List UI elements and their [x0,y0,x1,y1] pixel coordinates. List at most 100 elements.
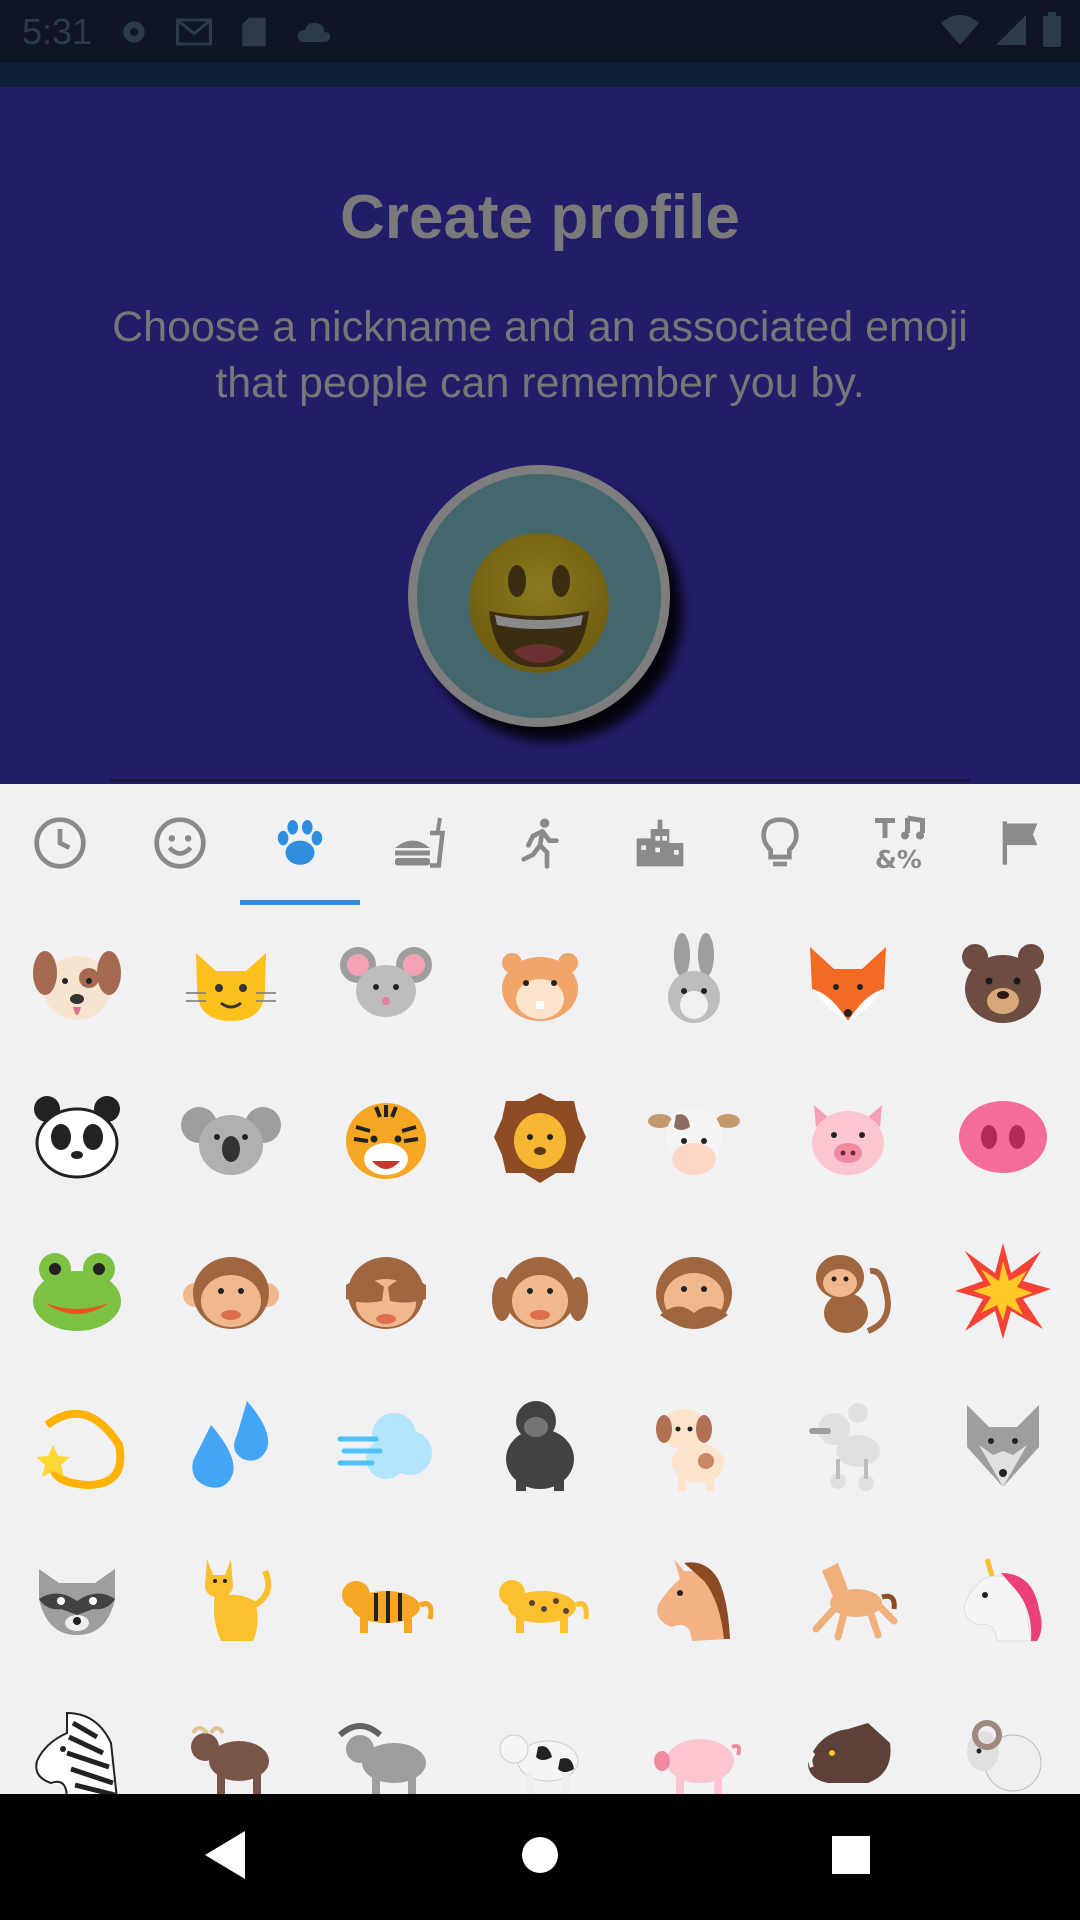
lion-icon [493,1093,586,1183]
dizzy-icon [36,1409,125,1490]
emoji-rabbit-face[interactable] [617,906,771,1060]
monkey-icon [816,1255,892,1334]
emoji-pig[interactable] [617,1676,771,1794]
grinning-face-icon [465,529,613,682]
tab-recent[interactable] [0,784,120,906]
emoji-bear[interactable] [926,906,1080,1060]
collision-icon [954,1243,1051,1339]
emoji-dog[interactable] [617,1368,771,1522]
emoji-mouse-face[interactable] [309,906,463,1060]
back-button[interactable] [192,1824,258,1890]
emoji-cow-face[interactable] [617,1060,771,1214]
emoji-koala[interactable] [154,1060,308,1214]
tiger-icon [341,1581,434,1633]
tab-smileys[interactable] [120,784,240,906]
signal-icon [994,13,1028,52]
recents-button[interactable] [818,1824,884,1890]
home-circle-icon [518,1833,562,1882]
emoji-horse[interactable] [771,1522,925,1676]
emoji-pig-nose[interactable] [926,1060,1080,1214]
horse-face-icon [657,1559,731,1641]
page-title: Create profile [340,183,740,252]
mouse-face-icon [339,947,432,1017]
hamster-icon [501,953,578,1021]
pig-icon [654,1739,742,1794]
emoji-dizzy[interactable] [0,1368,154,1522]
emoji-unicorn[interactable] [926,1522,1080,1676]
speak-no-evil-monkey-icon [656,1257,733,1329]
rabbit-face-icon [668,933,721,1023]
tab-animals[interactable] [240,784,360,906]
header-divider [110,779,970,782]
panda-icon [34,1096,121,1179]
monkey-face-icon [183,1257,280,1329]
selected-emoji-avatar[interactable] [408,465,670,727]
emoji-leopard[interactable] [463,1522,617,1676]
emoji-zebra[interactable] [0,1676,154,1794]
emoji-horse-face[interactable] [617,1522,771,1676]
emoji-sweat-droplets[interactable] [154,1368,308,1522]
ram-icon [966,1720,1042,1792]
emoji-collision[interactable] [926,1214,1080,1368]
emoji-boar[interactable] [771,1676,925,1794]
emoji-dog-face[interactable] [0,906,154,1060]
emoji-dashing-away[interactable] [309,1368,463,1522]
emoji-ram[interactable] [926,1676,1080,1794]
emoji-monkey-face[interactable] [154,1214,308,1368]
cat-face-icon [186,953,277,1021]
tab-objects[interactable] [720,784,840,906]
tiger-face-icon [345,1103,426,1179]
emoji-tiger-face[interactable] [309,1060,463,1214]
emoji-wolf[interactable] [926,1368,1080,1522]
raccoon-icon [39,1569,116,1635]
unicorn-icon [963,1558,1042,1642]
emoji-poodle[interactable] [771,1368,925,1522]
water-buffalo-icon [337,1723,426,1794]
horse-icon [812,1563,898,1641]
emoji-raccoon[interactable] [0,1522,154,1676]
wolf-icon [966,1405,1039,1487]
settings-icon [116,14,152,50]
emoji-cow[interactable] [463,1676,617,1794]
zebra-icon [35,1711,118,1794]
status-bar-strip [0,63,1080,87]
see-no-evil-monkey-icon [345,1257,426,1329]
frog-icon [33,1253,122,1331]
clock-icon [32,815,88,876]
emoji-water-buffalo[interactable] [309,1676,463,1794]
buildings-icon [632,815,688,876]
tab-places[interactable] [600,784,720,906]
emoji-hear-no-evil-monkey[interactable] [463,1214,617,1368]
pig-nose-icon [958,1101,1047,1173]
emoji-panda[interactable] [0,1060,154,1214]
emoji-hamster[interactable] [463,906,617,1060]
fox-icon [810,947,887,1023]
hear-no-evil-monkey-icon [491,1257,588,1329]
emoji-fox[interactable] [771,906,925,1060]
tab-flags[interactable] [960,784,1080,906]
tab-symbols[interactable]: &% [840,784,960,906]
emoji-cat[interactable] [154,1522,308,1676]
tab-food[interactable] [360,784,480,906]
emoji-gorilla[interactable] [463,1368,617,1522]
home-button[interactable] [507,1824,573,1890]
bear-icon [961,944,1044,1023]
emoji-ox[interactable] [154,1676,308,1794]
flag-icon [994,817,1046,874]
smiley-icon [152,815,208,876]
back-triangle-icon [201,1829,249,1886]
emoji-frog[interactable] [0,1214,154,1368]
emoji-category-tabs: &% [0,784,1080,906]
emoji-monkey[interactable] [771,1214,925,1368]
emoji-speak-no-evil-monkey[interactable] [617,1214,771,1368]
emoji-see-no-evil-monkey[interactable] [309,1214,463,1368]
emoji-pig-face[interactable] [771,1060,925,1214]
emoji-cat-face[interactable] [154,906,308,1060]
tab-activity[interactable] [480,784,600,906]
cat-icon [205,1559,272,1641]
leopard-icon [498,1580,589,1633]
emoji-tiger[interactable] [309,1522,463,1676]
status-time: 5:31 [22,10,93,52]
emoji-lion[interactable] [463,1060,617,1214]
symbols-icon: &% [870,813,930,878]
